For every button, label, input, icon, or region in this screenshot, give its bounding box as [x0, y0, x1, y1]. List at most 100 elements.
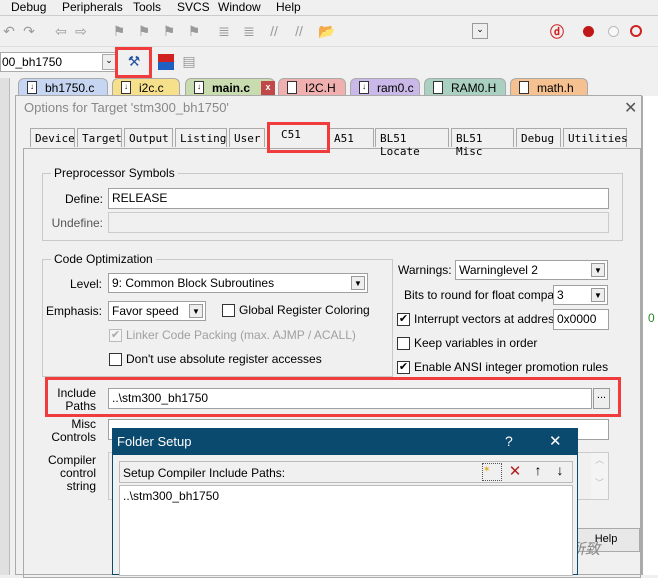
tab-bl51-locate[interactable]: BL51 Locate — [375, 128, 449, 158]
level-label: Level: — [69, 277, 102, 291]
folder-setup-close-button[interactable]: ✕ — [549, 432, 562, 450]
tab-ram0-c[interactable]: ↓ ram0.c — [350, 78, 420, 96]
menu-peripherals[interactable]: Peripherals — [62, 0, 123, 14]
dropdown-arrow-icon: ▼ — [591, 288, 605, 302]
move-down-icon[interactable]: ↓ — [550, 462, 570, 478]
bookmark-next-icon[interactable]: ⚑ — [160, 23, 178, 40]
menu-debug[interactable]: Debug — [11, 0, 46, 14]
open-folder-icon[interactable]: 📂 — [318, 23, 336, 40]
level-value: 9: Common Block Subroutines — [112, 276, 275, 290]
tab-utilities[interactable]: Utilities — [563, 128, 628, 147]
emphasis-value: Favor speed — [112, 304, 179, 318]
breakpoint-disabled-icon[interactable] — [608, 26, 619, 37]
tab-listing[interactable]: Listing — [175, 128, 227, 147]
interrupt-address-input[interactable]: 0x0000 — [553, 309, 609, 330]
bookmark-icon[interactable]: ⚑ — [110, 23, 128, 40]
bookmark-prev-icon[interactable]: ⚑ — [135, 23, 153, 40]
tab-a51[interactable]: A51 — [329, 128, 374, 147]
select-packs-icon[interactable]: ▤ — [180, 53, 198, 70]
undo-icon[interactable]: ↶ — [0, 23, 18, 40]
build-toolbar: 00_bh1750 ⌄ ⚒ ▤ — [0, 48, 205, 76]
level-select[interactable]: 9: Common Block Subroutines ▼ — [108, 273, 368, 293]
interrupt-vectors-checkbox[interactable]: ✔ — [397, 313, 410, 326]
keep-variables-checkbox[interactable] — [397, 337, 410, 350]
main-toolbar: ↶ ↷ ⇦ ⇨ ⚑ ⚑ ⚑ ⚑ ≣ ≣ // // 📂 ⌄ ⓓ — [0, 17, 658, 47]
browse-include-button[interactable]: ... — [593, 388, 610, 409]
new-path-icon[interactable]: ✶ — [482, 463, 502, 481]
manage-components-icon[interactable] — [158, 54, 174, 70]
tab-i2c-c[interactable]: ↓ i2c.c — [112, 78, 180, 96]
menu-svcs[interactable]: SVCS — [177, 0, 210, 14]
dialog-title: Options for Target 'stm300_bh1750' — [24, 100, 229, 115]
dropdown-icon[interactable]: ⌄ — [472, 23, 488, 39]
emphasis-select[interactable]: Favor speed ▼ — [108, 301, 206, 321]
tab-debug[interactable]: Debug — [516, 128, 561, 147]
tab-bh1750-c[interactable]: ↓ bh1750.c — [18, 78, 108, 96]
tab-i2c-h[interactable]: I2C.H — [278, 78, 346, 96]
include-paths-header: Setup Compiler Include Paths: ✶ ✕ ↑ ↓ — [119, 461, 573, 483]
tab-device[interactable]: Device — [30, 128, 75, 147]
float-compare-select[interactable]: 3 ▼ — [553, 285, 608, 305]
code-editor-edge: 0 — [642, 96, 658, 575]
include-path-item[interactable]: ..\stm300_bh1750 — [123, 489, 219, 503]
forward-icon[interactable]: ⇨ — [72, 23, 90, 40]
scrollbar[interactable]: ︿ ﹀ — [591, 453, 608, 499]
ansi-promotion-checkbox[interactable]: ✔ — [397, 361, 410, 374]
tab-math-h[interactable]: math.h — [510, 78, 588, 96]
warnings-select[interactable]: Warninglevel 2 ▼ — [455, 260, 608, 280]
float-compare-value: 3 — [557, 288, 564, 302]
float-compare-label: Bits to round for float compare: — [404, 288, 569, 302]
menu-tools[interactable]: Tools — [133, 0, 161, 14]
tab-close-icon[interactable]: x — [261, 81, 275, 95]
breakpoint-kill-icon[interactable] — [630, 25, 642, 37]
dialog-close-button[interactable]: ✕ — [624, 98, 637, 118]
move-up-icon[interactable]: ↑ — [528, 462, 548, 478]
label-line: string — [66, 479, 96, 493]
uncomment-icon[interactable]: // — [290, 23, 308, 39]
tab-label: main.c — [212, 81, 251, 95]
tab-bl51-misc[interactable]: BL51 Misc — [451, 128, 514, 158]
tab-target[interactable]: Target — [77, 128, 122, 147]
comment-icon[interactable]: // — [265, 23, 283, 39]
include-paths-list[interactable]: ..\stm300_bh1750 — [119, 485, 573, 576]
indent-icon[interactable]: ≣ — [215, 23, 233, 40]
tab-label: math.h — [537, 81, 574, 95]
undefine-input[interactable] — [108, 212, 609, 233]
file-icon: ↓ — [194, 81, 204, 94]
dropdown-arrow-icon: ▼ — [351, 276, 365, 290]
target-select-value: 00_bh1750 — [2, 55, 63, 69]
dropdown-arrow-icon: ▼ — [591, 263, 605, 277]
breakpoint-icon[interactable] — [583, 26, 594, 37]
redo-icon[interactable]: ↷ — [20, 23, 38, 40]
dropdown-arrow-icon: ▼ — [189, 304, 203, 318]
debug-session-icon[interactable]: ⓓ — [548, 22, 566, 42]
keep-variables-label: Keep variables in order — [414, 336, 538, 350]
tab-user[interactable]: User — [229, 128, 265, 147]
back-icon[interactable]: ⇦ — [52, 23, 70, 40]
menu-help[interactable]: Help — [276, 0, 301, 14]
misc-controls-label: Misc Controls — [40, 418, 96, 444]
define-input[interactable]: RELEASE — [108, 188, 609, 209]
folder-setup-titlebar: Folder Setup ? ✕ — [113, 429, 577, 455]
menu-window[interactable]: Window — [218, 0, 261, 14]
linker-code-packing-checkbox[interactable]: ✔ — [109, 329, 122, 342]
global-register-coloring-checkbox[interactable] — [222, 304, 235, 317]
unindent-icon[interactable]: ≣ — [240, 23, 258, 40]
linker-code-packing-label: Linker Code Packing (max. AJMP / ACALL) — [126, 328, 356, 342]
interrupt-vectors-label: Interrupt vectors at address: — [414, 312, 564, 326]
header-label: Setup Compiler Include Paths: — [123, 466, 286, 480]
tab-label: bh1750.c — [45, 81, 95, 95]
target-select[interactable]: 00_bh1750 ⌄ — [0, 52, 118, 72]
no-absolute-register-checkbox[interactable] — [109, 353, 122, 366]
tab-output[interactable]: Output — [124, 128, 173, 147]
warnings-value: Warninglevel 2 — [459, 263, 538, 277]
file-icon: ↓ — [27, 81, 37, 94]
bookmark-clear-icon[interactable]: ⚑ — [185, 23, 203, 40]
help-button[interactable]: ? — [505, 433, 513, 449]
warnings-label: Warnings: — [398, 263, 452, 277]
highlight-c51-tab — [267, 122, 330, 153]
tab-ram0-h[interactable]: RAM0.H — [424, 78, 506, 96]
tab-main-c[interactable]: ↓ main.c x — [185, 78, 275, 96]
delete-path-icon[interactable]: ✕ — [505, 462, 525, 480]
include-paths-input[interactable]: ..\stm300_bh1750 — [108, 388, 592, 409]
